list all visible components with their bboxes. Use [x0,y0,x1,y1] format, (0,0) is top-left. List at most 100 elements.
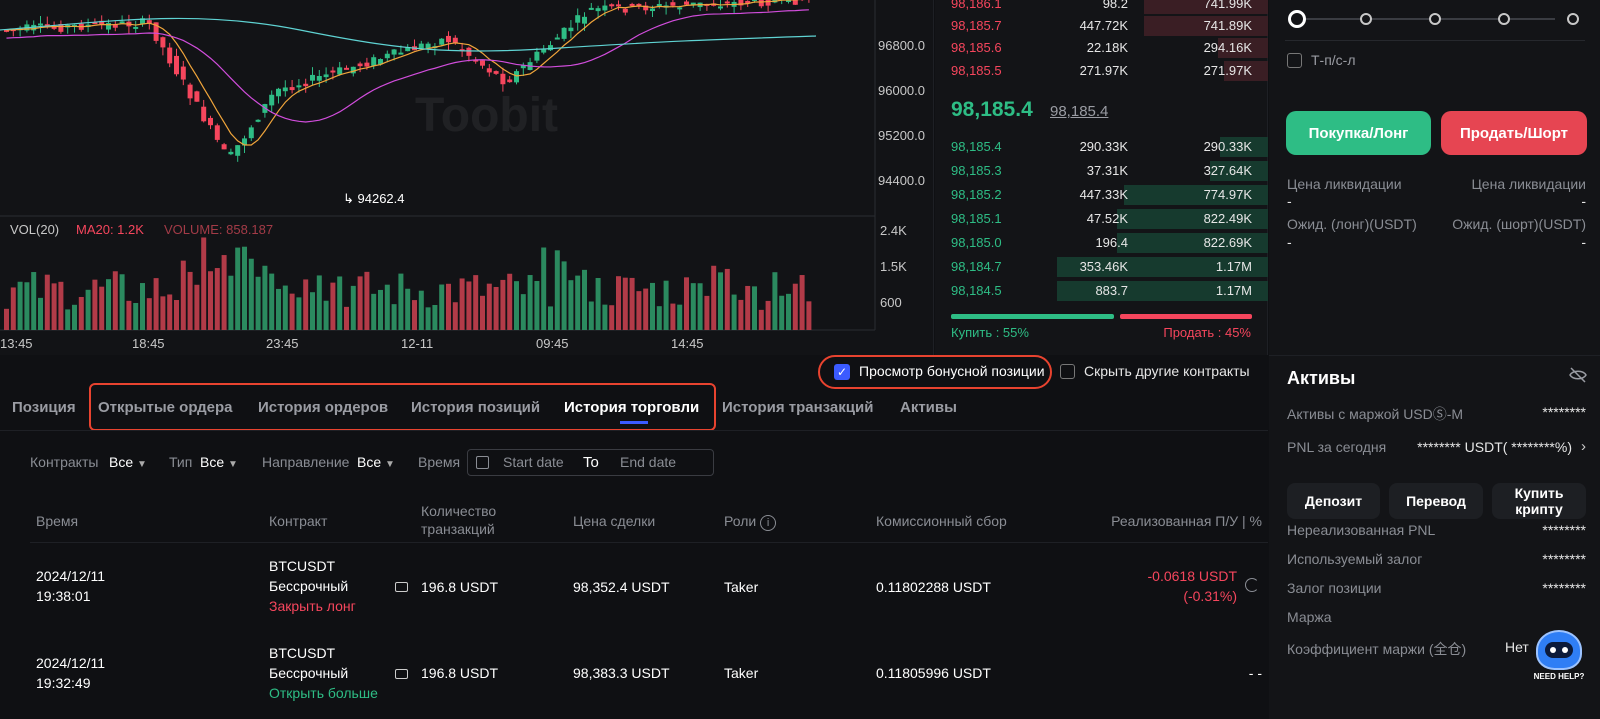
candle-body [119,21,125,24]
share-icon[interactable] [1245,578,1259,592]
sell-short-button[interactable]: Продать/Шорт [1441,111,1587,155]
volume-bar [609,305,615,330]
row-role: Taker [724,665,759,681]
ticket-icon[interactable] [395,582,408,592]
candle-body [493,71,499,74]
ticket-icon[interactable] [395,669,408,679]
ask-total: 741.89K [1203,18,1252,33]
candle-body [228,151,234,155]
candle-body [106,22,111,30]
type-filter-select[interactable]: Все ▼ [200,454,238,470]
ask-row[interactable]: 98,185.6 22.18K 294.16K [935,37,1268,59]
bid-price: 98,184.7 [951,259,1002,274]
candle-body [575,15,581,23]
direction-filter-select[interactable]: Все ▼ [357,454,395,470]
margin-assets-label: Активы с маржой USDⓈ-M [1287,406,1464,422]
candle-body [276,88,281,97]
watermark-logo: Toobit [415,89,559,142]
deposit-button[interactable]: Депозит [1287,483,1380,519]
eye-off-icon[interactable] [1569,367,1587,388]
volume-bar [58,281,64,330]
volume-bar [425,307,431,330]
date-range-picker[interactable]: Start date To End date [467,449,714,476]
candle-body [214,125,220,140]
help-chat-widget[interactable]: NEED HELP? [1531,628,1587,688]
row-symbol: BTCUSDT [269,558,336,574]
col-header-fee: Комиссионный сбор [876,513,1007,529]
candle-body [602,5,608,11]
mark-price[interactable]: 98,185.4 [1050,103,1108,120]
volume-bar [684,277,689,330]
col-header-contract: Контракт [269,513,328,529]
expected-short-label: Ожид. (шорт)(USDT) [1452,216,1586,232]
buy-crypto-button[interactable]: Купить крипту [1492,483,1586,519]
start-date-input[interactable]: Start date [503,454,564,470]
bid-row[interactable]: 98,185.3 37.31K 327.64K [935,160,1268,182]
volume-bar [337,276,343,330]
tab-open-orders[interactable]: Открытые ордера [98,399,232,416]
bid-row[interactable]: 98,185.0 196.4 822.69K [935,232,1268,254]
bid-row[interactable]: 98,185.1 47.52K 822.49K [935,208,1268,230]
slider-step[interactable] [1429,13,1441,25]
tab-position[interactable]: Позиция [12,399,76,416]
tpsl-checkbox[interactable] [1287,53,1302,68]
row-kind: Бессрочный [269,665,349,681]
candle-body [622,8,628,13]
chevron-right-icon[interactable]: › [1581,438,1586,455]
leverage-slider-track[interactable] [1297,18,1555,20]
row-contract: BTCUSDT Бессрочный Закрыть лонг [269,556,356,616]
row-qty: 196.8 USDT [421,579,499,595]
tab-transaction-history[interactable]: История транзакций [722,399,873,416]
ask-row[interactable]: 98,185.7 447.72K 741.89K [935,15,1268,37]
candle-body [792,0,798,5]
transfer-button[interactable]: Перевод [1389,483,1483,519]
chevron-down-icon: ▼ [228,459,238,470]
volume-bar [493,286,499,330]
bid-row[interactable]: 98,184.5 883.7 1.17M [935,280,1268,302]
volume-bar [235,247,241,330]
candle-body [534,51,540,61]
info-icon[interactable]: i [760,515,777,531]
candle-body [677,7,683,10]
volume-bar [65,309,71,330]
price-chart[interactable]: 96800.0 96000.0 95200.0 94400.0 ↳ 94262.… [0,0,934,355]
direction-filter-label: Направление [262,454,350,470]
volume-bar [541,247,547,330]
bid-total: 822.69K [1203,235,1252,250]
slider-step[interactable] [1360,13,1372,25]
bid-row[interactable]: 98,184.7 353.46K 1.17M [935,256,1268,278]
tab-order-history[interactable]: История ордеров [258,399,388,416]
slider-step[interactable] [1498,13,1510,25]
volume-bar [269,273,275,330]
col-header-price: Цена сделки [573,513,656,529]
end-date-input[interactable]: End date [620,454,676,470]
ask-row[interactable]: 98,185.5 271.97K 271.97K [935,60,1268,82]
volume-bar [119,274,125,330]
volume-bar [350,285,356,330]
tab-assets[interactable]: Активы [900,399,957,416]
hide-other-contracts-checkbox[interactable] [1060,364,1075,379]
candle-body [650,8,655,12]
bonus-position-checkbox[interactable]: ✓ [834,364,850,380]
volume-bar [486,283,492,330]
volume-bar [738,299,744,330]
ask-row[interactable]: 98,186.1 98.2 741.99K [935,0,1268,15]
buy-long-button[interactable]: Покупка/Лонг [1286,111,1431,155]
volume-bar [248,258,254,330]
tab-position-history[interactable]: История позиций [411,399,540,416]
volume-bar [398,273,404,330]
bid-row[interactable]: 98,185.4 290.33K 290.33K [935,136,1268,158]
tab-trade-history[interactable]: История торговли [564,399,699,416]
contracts-filter-select[interactable]: Все ▼ [109,454,147,470]
leverage-slider-handle[interactable] [1288,10,1306,28]
volume-bar [17,281,23,330]
col-header-qty: Количество транзакций [421,503,496,537]
to-label: To [583,454,599,471]
contracts-filter-value: Все [109,454,134,470]
candle-body [507,79,513,83]
volume-bar [704,295,710,330]
candle-body [248,127,254,139]
bonus-position-label: Просмотр бонусной позиции [859,363,1045,379]
bid-row[interactable]: 98,185.2 447.33K 774.97K [935,184,1268,206]
slider-step[interactable] [1567,13,1579,25]
